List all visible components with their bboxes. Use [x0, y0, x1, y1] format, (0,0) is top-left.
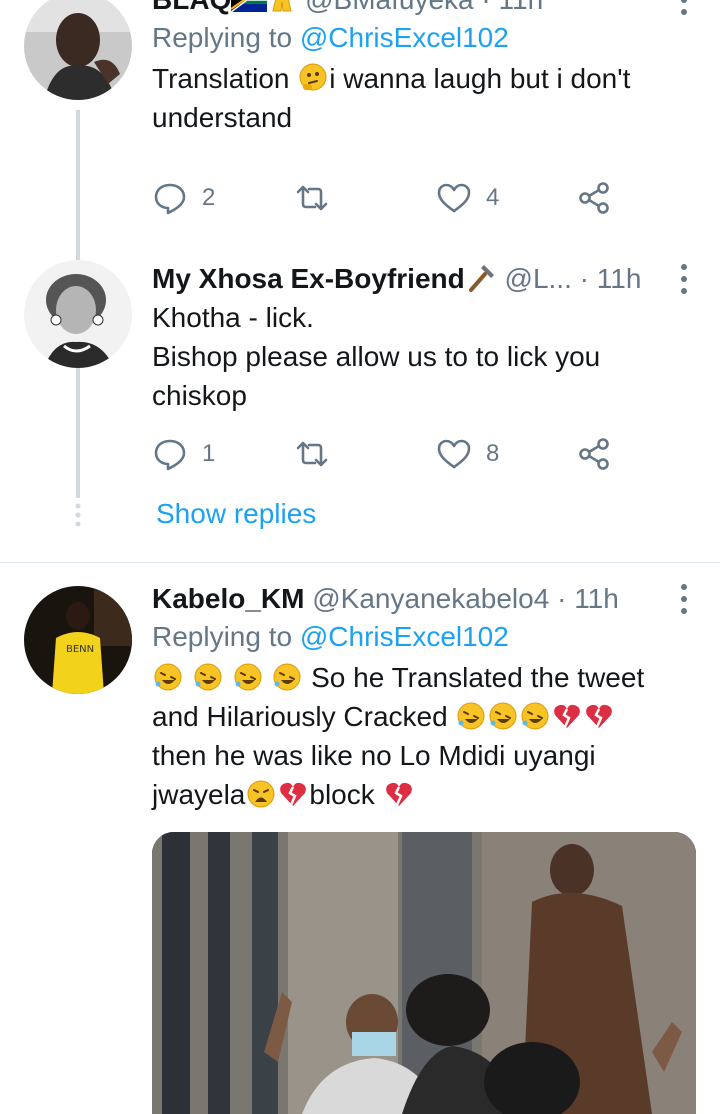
display-name[interactable]: My Xhosa Ex-Boyfriend — [152, 263, 465, 294]
more-options-icon[interactable] — [676, 262, 692, 296]
rolling-laughing-icon — [488, 701, 518, 731]
avatar[interactable]: BENN — [24, 586, 132, 694]
tweet-text-part: So he Translated the tweet — [311, 662, 645, 693]
like-count: 8 — [486, 440, 500, 467]
timestamp[interactable]: 11h — [574, 583, 619, 614]
replying-to: Replying to @ChrisExcel102 — [152, 618, 700, 656]
share-icon — [576, 180, 612, 216]
separator-dot: · — [579, 263, 589, 294]
like-count: 4 — [486, 184, 500, 211]
heart-icon — [436, 180, 472, 216]
photo-image — [152, 832, 696, 1114]
retweet-button[interactable] — [294, 432, 330, 476]
heart-icon — [436, 436, 472, 472]
reply-icon — [152, 180, 188, 216]
user-handle[interactable]: @BMafuyeka — [305, 0, 474, 15]
timestamp[interactable]: 11h — [499, 0, 544, 15]
tweet-text-line: Khotha - lick. — [152, 302, 314, 333]
tweet-text-line: So he Translated the tweet — [152, 658, 700, 697]
tweet-text-part: and Hilariously Cracked — [152, 701, 448, 732]
retweet-icon — [294, 180, 330, 216]
tweet-text-part: jwayela — [152, 779, 246, 810]
tweet-header: My Xhosa Ex-Boyfriend @L... · 11h — [152, 262, 700, 296]
share-button[interactable] — [576, 432, 612, 476]
reply-mention-link[interactable]: @ChrisExcel102 — [300, 22, 509, 53]
hammer-icon — [465, 263, 497, 294]
tweet-actions: 1 8 — [152, 432, 692, 476]
separator-dot: · — [557, 583, 567, 614]
tweet-text-part: Translation — [152, 63, 298, 94]
replying-to: Replying to @ChrisExcel102 — [152, 19, 700, 57]
tweet-actions: 2 4 — [152, 176, 692, 220]
flag-south-africa-icon — [230, 0, 268, 15]
rolling-laughing-icon — [272, 662, 302, 692]
timestamp[interactable]: 11h — [597, 263, 642, 294]
thinking-face-icon — [298, 63, 328, 93]
rolling-laughing-icon — [520, 701, 550, 731]
more-options-icon[interactable] — [676, 582, 692, 616]
reply-count: 2 — [202, 184, 216, 211]
reply-mention-link[interactable]: @ChrisExcel102 — [300, 621, 509, 652]
tweet-text-line: then he was like no Lo Mdidi uyangi — [152, 740, 596, 771]
svg-text:BENN: BENN — [66, 644, 94, 655]
thread-ellipsis-icon — [75, 503, 81, 527]
broken-heart-icon — [552, 701, 582, 731]
separator-dot: · — [481, 0, 490, 15]
broken-heart-icon — [278, 779, 308, 809]
rolling-laughing-icon — [153, 662, 183, 692]
avatar[interactable] — [24, 0, 132, 100]
tweet-divider — [0, 562, 720, 563]
user-handle[interactable]: @L... — [505, 263, 572, 294]
like-button[interactable]: 8 — [436, 432, 499, 476]
reply-count: 1 — [202, 440, 216, 467]
tweet-header: BLAQ @BMafuyeka · 11h — [152, 0, 700, 17]
tweet-text: Translation i wanna laugh but i don't un… — [152, 59, 700, 137]
share-icon — [576, 436, 612, 472]
rolling-laughing-icon — [193, 662, 223, 692]
replying-label: Replying to — [152, 22, 293, 53]
display-name[interactable]: BLAQ — [152, 0, 231, 15]
tweet-text: Khotha - lick. Bishop please allow us to… — [152, 298, 700, 415]
tweet-text-part: block — [309, 779, 375, 810]
more-options-icon[interactable] — [676, 0, 692, 17]
folded-hands-icon — [267, 0, 297, 15]
display-name[interactable]: Kabelo_KM — [152, 583, 304, 614]
tweet-text-line: and Hilariously Cracked — [152, 697, 700, 736]
user-handle[interactable]: @Kanyanekabelo4 — [312, 583, 549, 614]
like-button[interactable]: 4 — [436, 176, 499, 220]
rolling-laughing-icon — [233, 662, 263, 692]
rolling-laughing-icon — [456, 701, 486, 731]
tweet-photo[interactable] — [152, 832, 696, 1114]
reply-button[interactable]: 1 — [152, 432, 215, 476]
tweet-text: So he Translated the tweet and Hilarious… — [152, 658, 700, 814]
avatar[interactable] — [24, 260, 132, 368]
share-button[interactable] — [576, 176, 612, 220]
reply-button[interactable]: 2 — [152, 176, 215, 220]
weary-face-icon — [246, 779, 276, 809]
retweet-icon — [294, 436, 330, 472]
reply-icon — [152, 436, 188, 472]
replying-label: Replying to — [152, 621, 293, 652]
tweet-text-line: jwayela block — [152, 775, 700, 814]
show-replies-link[interactable]: Show replies — [156, 498, 316, 530]
broken-heart-icon — [584, 701, 614, 731]
tweet-text-line: Bishop please allow us to to lick you ch… — [152, 341, 601, 411]
retweet-button[interactable] — [294, 176, 330, 220]
tweet-header: Kabelo_KM @Kanyanekabelo4 · 11h — [152, 582, 700, 616]
broken-heart-icon — [384, 779, 414, 809]
